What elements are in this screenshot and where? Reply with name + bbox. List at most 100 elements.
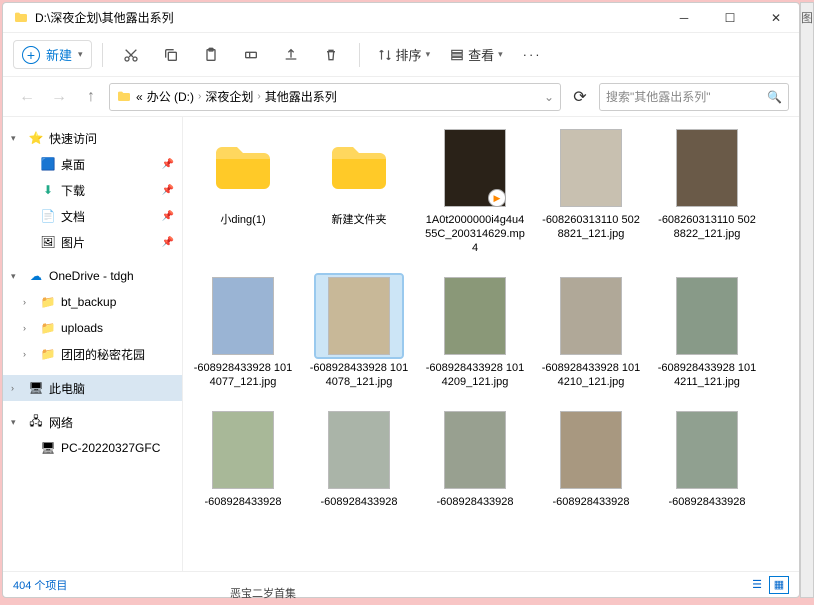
delete-button[interactable]: [313, 40, 349, 70]
thumbnail: [548, 409, 634, 491]
file-item[interactable]: -608928433928: [309, 409, 409, 509]
maximize-button[interactable]: ☐: [707, 3, 753, 33]
thumbnail: [200, 409, 286, 491]
pin-icon: 📌: [162, 237, 174, 248]
file-item[interactable]: -608928433928 1014209_121.jpg: [425, 275, 525, 389]
thumbnail: [548, 127, 634, 209]
navbar: ← → ↑ « 办公 (D:) › 深夜企划 › 其他露出系列 ⌄ ⟳ 搜索"其…: [3, 77, 799, 117]
chevron-right-icon: ›: [198, 91, 201, 102]
this-pc[interactable]: ›🖥此电脑: [3, 375, 182, 401]
copy-button[interactable]: [153, 40, 189, 70]
file-name: -608260313110 5028821_121.jpg: [541, 213, 641, 241]
search-icon: 🔍: [767, 90, 782, 104]
file-name: -608928433928 1014078_121.jpg: [309, 361, 409, 389]
uploads[interactable]: ›📁uploads: [3, 315, 182, 341]
statusbar: 404 个项目 ☰ ▦: [3, 571, 799, 597]
thumbnail: [316, 275, 402, 357]
hidden-text: 恶宝二岁首集: [230, 585, 296, 601]
breadcrumb[interactable]: « 办公 (D:) › 深夜企划 › 其他露出系列 ⌄: [109, 83, 561, 111]
thumbnail: [548, 275, 634, 357]
downloads[interactable]: ⬇下载📌: [3, 177, 182, 203]
share-button[interactable]: [273, 40, 309, 70]
item-count: 404 个项目: [13, 577, 67, 593]
minimize-button[interactable]: ─: [661, 3, 707, 33]
desktop[interactable]: 🟦桌面📌: [3, 151, 182, 177]
file-name: -608928433928 1014211_121.jpg: [657, 361, 757, 389]
file-item[interactable]: -608928433928 1014077_121.jpg: [193, 275, 293, 389]
cut-button[interactable]: [113, 40, 149, 70]
team-folder[interactable]: ›📁团团的秘密花园: [3, 341, 182, 367]
documents[interactable]: 📄文档📌: [3, 203, 182, 229]
file-name: 1A0t2000000i4g4u455C_200314629.mp4: [425, 213, 525, 255]
new-button[interactable]: + 新建 ▾: [13, 40, 92, 69]
thumbnail: [432, 409, 518, 491]
file-name: 小ding(1): [220, 213, 265, 227]
chevron-down-icon[interactable]: ⌄: [544, 90, 554, 104]
search-placeholder: 搜索"其他露出系列": [606, 88, 711, 105]
file-name: -608928433928 1014077_121.jpg: [193, 361, 293, 389]
crumb-part[interactable]: 办公 (D:): [147, 88, 194, 105]
explorer-window: D:\深夜企划\其他露出系列 ─ ☐ ✕ + 新建 ▾ 排序 ▾ 查看 ▾: [2, 2, 800, 598]
file-name: -608928433928: [552, 495, 629, 509]
pin-icon: 📌: [162, 185, 174, 196]
back-button[interactable]: ←: [13, 83, 41, 111]
forward-button[interactable]: →: [45, 83, 73, 111]
close-button[interactable]: ✕: [753, 3, 799, 33]
file-name: -608928433928 1014209_121.jpg: [425, 361, 525, 389]
crumb-part[interactable]: 其他露出系列: [265, 88, 337, 105]
folder-item[interactable]: 小ding(1): [193, 127, 293, 255]
folder-icon: [13, 10, 29, 26]
titlebar: D:\深夜企划\其他露出系列 ─ ☐ ✕: [3, 3, 799, 33]
quick-access[interactable]: ▾⭐快速访问: [3, 125, 182, 151]
bt-backup[interactable]: ›📁bt_backup: [3, 289, 182, 315]
chevron-right-icon: ›: [257, 91, 260, 102]
play-icon: ▶: [488, 189, 506, 207]
onedrive[interactable]: ▾☁OneDrive - tdgh: [3, 263, 182, 289]
file-name: -608928433928: [668, 495, 745, 509]
plus-icon: +: [22, 46, 40, 64]
file-item[interactable]: -608928433928 1014210_121.jpg: [541, 275, 641, 389]
file-name: -608260313110 5028822_121.jpg: [657, 213, 757, 241]
network[interactable]: ▾🖧网络: [3, 409, 182, 435]
thumbnail: [432, 275, 518, 357]
file-item[interactable]: -608928433928 1014078_121.jpg: [309, 275, 409, 389]
search-input[interactable]: 搜索"其他露出系列" 🔍: [599, 83, 789, 111]
edge-panel[interactable]: 图: [800, 2, 814, 598]
sort-button[interactable]: 排序 ▾: [370, 41, 439, 68]
thumbnail: ▶: [432, 127, 518, 209]
paste-button[interactable]: [193, 40, 229, 70]
view-button[interactable]: 查看 ▾: [442, 41, 511, 68]
refresh-button[interactable]: ⟳: [565, 83, 595, 111]
pictures[interactable]: 🖼图片📌: [3, 229, 182, 255]
file-item[interactable]: -608928433928: [425, 409, 525, 509]
chevron-down-icon: ▾: [426, 49, 431, 60]
file-item[interactable]: -608928433928: [541, 409, 641, 509]
sidebar: ▾⭐快速访问 🟦桌面📌 ⬇下载📌 📄文档📌 🖼图片📌 ▾☁OneDrive - …: [3, 117, 183, 571]
file-item[interactable]: -608928433928: [657, 409, 757, 509]
details-view-button[interactable]: ☰: [747, 576, 767, 594]
chevron-down-icon: ▾: [78, 49, 83, 60]
crumb-part[interactable]: 深夜企划: [205, 88, 253, 105]
file-item[interactable]: ▶ 1A0t2000000i4g4u455C_200314629.mp4: [425, 127, 525, 255]
file-item[interactable]: -608928433928: [193, 409, 293, 509]
file-name: -608928433928: [320, 495, 397, 509]
rename-button[interactable]: [233, 40, 269, 70]
icons-view-button[interactable]: ▦: [769, 576, 789, 594]
file-item[interactable]: -608260313110 5028822_121.jpg: [657, 127, 757, 255]
file-item[interactable]: -608928433928 1014211_121.jpg: [657, 275, 757, 389]
file-grid: 小ding(1) 新建文件夹 ▶ 1A0t2000000i4g4u455C_20031…: [183, 117, 799, 571]
file-name: -608928433928: [204, 495, 281, 509]
more-button[interactable]: ···: [515, 43, 550, 66]
thumbnail: [316, 409, 402, 491]
chevron-down-icon: ▾: [498, 49, 503, 60]
up-button[interactable]: ↑: [77, 83, 105, 111]
thumbnail: [200, 127, 286, 209]
thumbnail: [200, 275, 286, 357]
file-name: -608928433928 1014210_121.jpg: [541, 361, 641, 389]
network-pc[interactable]: 🖥PC-20220327GFC: [3, 435, 182, 461]
window-title: D:\深夜企划\其他露出系列: [35, 9, 174, 26]
pin-icon: 📌: [162, 159, 174, 170]
folder-item[interactable]: 新建文件夹: [309, 127, 409, 255]
file-item[interactable]: -608260313110 5028821_121.jpg: [541, 127, 641, 255]
thumbnail: [664, 127, 750, 209]
